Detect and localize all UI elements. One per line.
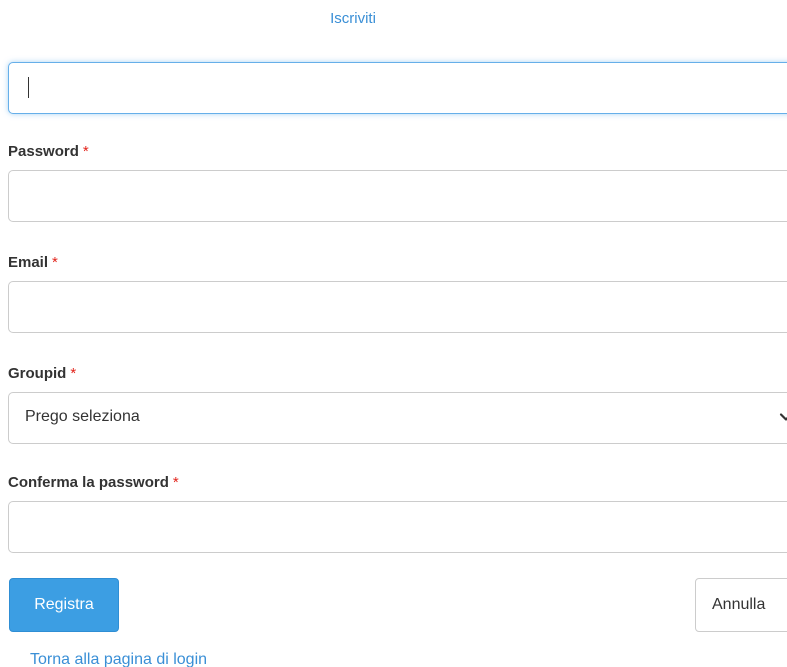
required-marker: * bbox=[70, 365, 77, 382]
password-label: Password * bbox=[8, 143, 89, 160]
confirm-password-field: Conferma la password * bbox=[8, 474, 787, 553]
signup-link[interactable]: Iscriviti bbox=[0, 10, 706, 27]
email-input[interactable] bbox=[8, 281, 787, 333]
back-to-login-link[interactable]: Torna alla pagina di login bbox=[30, 651, 207, 667]
groupid-select[interactable]: Prego seleziona bbox=[8, 392, 787, 444]
username-input[interactable] bbox=[8, 62, 787, 114]
text-caret bbox=[28, 77, 29, 98]
confirm-password-input[interactable] bbox=[8, 501, 787, 553]
username-field bbox=[8, 62, 787, 114]
required-marker: * bbox=[52, 254, 58, 271]
email-field: Email * bbox=[8, 254, 787, 333]
chevron-down-icon bbox=[779, 413, 787, 421]
register-button[interactable]: Registra bbox=[9, 578, 119, 632]
confirm-password-label: Conferma la password * bbox=[8, 474, 179, 491]
groupid-field: Groupid * Prego seleziona bbox=[8, 365, 787, 444]
groupid-label: Groupid * bbox=[8, 365, 77, 382]
password-field: Password * bbox=[8, 143, 787, 222]
required-marker: * bbox=[82, 143, 89, 160]
password-input[interactable] bbox=[8, 170, 787, 222]
cancel-button[interactable]: Annulla bbox=[695, 578, 787, 632]
groupid-selected-value: Prego seleziona bbox=[25, 408, 140, 425]
registration-page: Iscriviti Password * Email * Groupid * Preg… bbox=[0, 0, 787, 667]
required-marker: * bbox=[172, 474, 179, 491]
email-label: Email * bbox=[8, 254, 58, 271]
